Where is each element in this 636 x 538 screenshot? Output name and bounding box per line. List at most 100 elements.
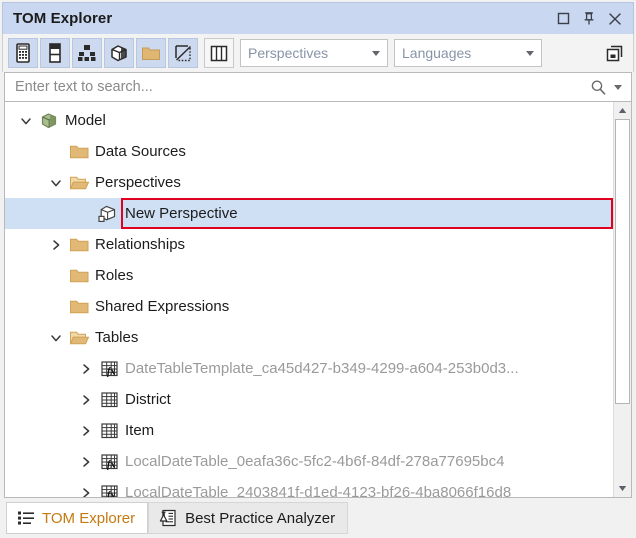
vertical-scrollbar[interactable] [613,102,631,497]
scrollbar-thumb[interactable] [615,119,630,404]
table-icon [100,422,119,439]
chevron-down-icon[interactable] [15,115,37,127]
chevron-right-icon[interactable] [75,363,97,375]
tree-item[interactable]: District [5,384,613,415]
tree-item[interactable]: Item [5,415,613,446]
tree-item-label: LocalDateTable_2403841f-d1ed-4123-bf26-4… [121,484,511,497]
tree-item-label: DateTableTemplate_ca45d427-b349-4299-a60… [121,360,519,377]
tree-item-label: Shared Expressions [91,298,229,315]
scroll-down-arrow[interactable] [614,480,631,497]
tree-item-label: Model [61,112,106,129]
tree-item-label: District [121,391,171,408]
perspective-cube-icon [97,204,121,224]
diagonal-slash-icon [174,44,193,63]
folder-closed-icon [69,236,90,253]
table-rows-icon [47,43,63,63]
tree-item-label: LocalDateTable_0eafa36c-5fc2-4b6f-84df-2… [121,453,504,470]
table-icon [100,391,119,408]
perspectives-button[interactable] [104,38,134,68]
table-icon [97,422,121,439]
folder-open-icon [69,329,90,346]
tab-tom-explorer[interactable]: TOM Explorer [6,502,148,534]
tree-item[interactable]: fx LocalDateTable_2403841f-d1ed-4123-bf26… [5,477,613,497]
tree-item[interactable]: Shared Expressions [5,291,613,322]
tree-item-label: Perspectives [91,174,181,191]
tree-panel: Model Data Sources Perspectives New Perspec… [4,102,632,498]
bottom-tab-bar: TOM Explorer Best Practice Analyzer [0,498,636,538]
svg-text:fx: fx [107,367,115,378]
chevron-right-icon[interactable] [75,425,97,437]
folder-closed-icon [69,298,90,315]
hierarchies-button[interactable] [72,38,102,68]
chevron-right-icon[interactable] [75,456,97,468]
tree-item[interactable]: New Perspective [5,198,613,229]
tree-item[interactable]: fx DateTableTemplate_ca45d427-b349-4299-a… [5,353,613,384]
languages-dropdown[interactable]: Languages [394,39,542,67]
folder-open-icon [69,174,90,191]
folder-closed-icon [67,298,91,315]
tree-view[interactable]: Model Data Sources Perspectives New Perspec… [5,102,613,497]
chevron-down-icon [372,51,380,56]
perspectives-dropdown[interactable]: Perspectives [240,39,388,67]
analyzer-icon [159,509,178,527]
list-tree-icon [17,510,35,526]
tree-item[interactable]: Model [5,105,613,136]
folder-closed-icon [67,267,91,284]
columns-button[interactable] [40,38,70,68]
chevron-right-icon[interactable] [75,394,97,406]
table-fx-icon: fx [97,453,121,470]
svg-text:fx: fx [107,491,115,498]
search-icon-group[interactable] [590,79,625,96]
measures-button[interactable] [8,38,38,68]
chevron-down-icon[interactable] [45,177,67,189]
chevron-down-icon[interactable] [45,332,67,344]
tree-item-label: Relationships [91,236,185,253]
table-fx-icon: fx [100,360,119,377]
chevron-down-icon [526,51,534,56]
hidden-objects-button[interactable] [168,38,198,68]
list-tree-icon [17,510,35,526]
close-icon[interactable] [603,8,627,30]
tab-label: Best Practice Analyzer [185,510,335,527]
tree-item[interactable]: Tables [5,322,613,353]
tree-item[interactable]: Perspectives [5,167,613,198]
tree-item-label: Data Sources [91,143,186,160]
tree-item[interactable]: Data Sources [5,136,613,167]
copy-windows-icon [605,44,624,63]
calculator-icon [14,43,32,63]
toolbar: Perspectives Languages [2,34,634,72]
search-bar [4,72,632,102]
table-icon [97,391,121,408]
expand-windows-button[interactable] [600,39,628,67]
folder-open-icon [67,174,91,191]
title-bar: TOM Explorer [2,2,634,34]
table-fx-icon: fx [100,453,119,470]
folder-closed-icon [67,143,91,160]
scroll-up-arrow[interactable] [614,102,631,119]
maximize-icon[interactable] [551,8,575,30]
three-columns-icon [210,45,228,62]
pin-icon[interactable] [577,8,601,30]
cube-icon [109,43,129,63]
tab-best-practice-analyzer[interactable]: Best Practice Analyzer [148,502,348,534]
folder-closed-icon [69,143,90,160]
tree-item-label: Item [121,422,154,439]
window-controls [551,8,627,30]
tree-item[interactable]: Relationships [5,229,613,260]
scrollbar-track[interactable] [614,119,631,480]
languages-dropdown-value: Languages [402,45,522,61]
tree-item-label: New Perspective [121,205,238,222]
search-input[interactable] [13,78,590,96]
tree-item-label: Tables [91,329,138,346]
folders-button[interactable] [136,38,166,68]
tree-item-label: Roles [91,267,133,284]
columns-view-button[interactable] [204,38,234,68]
chevron-down-icon[interactable] [614,85,622,90]
chevron-right-icon[interactable] [45,239,67,251]
tom-explorer-window: TOM Explorer [0,0,636,538]
perspectives-dropdown-value: Perspectives [248,45,368,61]
folder-icon [141,45,161,62]
tree-item[interactable]: Roles [5,260,613,291]
tree-item[interactable]: fxLocalDateTable_0eafa36c-5fc2-4b6f-84df… [5,446,613,477]
chevron-right-icon[interactable] [75,487,97,498]
